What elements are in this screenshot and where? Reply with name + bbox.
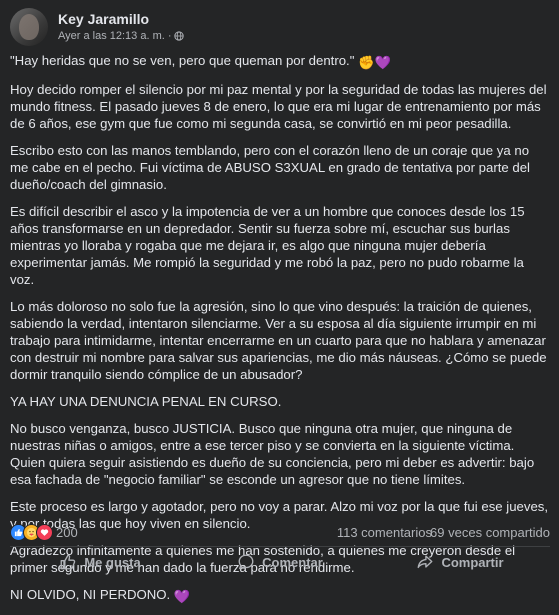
purple-heart-emoji: 💜 (374, 55, 391, 70)
share-button[interactable]: Compartir (370, 548, 550, 576)
comment-label: Comentar (262, 554, 323, 570)
comment-bubble-icon (238, 554, 254, 570)
author-name[interactable]: Key Jaramillo (58, 11, 149, 27)
timestamp[interactable]: Ayer a las 12:13 a. m. (58, 30, 165, 42)
post-paragraph: "Hay heridas que no se ven, pero que que… (10, 53, 391, 70)
avatar[interactable] (10, 8, 48, 46)
share-count[interactable]: 69 veces compartido (430, 525, 550, 540)
meta-separator: · (167, 30, 172, 42)
globe-icon (174, 31, 185, 41)
comment-button[interactable]: Comentar (190, 548, 370, 576)
like-button[interactable]: Me gusta (10, 548, 190, 576)
purple-heart-emoji: 💜 (173, 589, 191, 604)
comment-count[interactable]: 113 comentarios (337, 525, 432, 540)
raised-fist-emoji: ✊ (358, 55, 375, 70)
post-actions: Me gusta Comentar Compartir (10, 548, 550, 576)
post-meta: Ayer a las 12:13 a. m. · (58, 30, 185, 42)
share-arrow-icon (418, 555, 433, 569)
post-paragraph: Es difícil describir el asco y la impote… (10, 204, 525, 287)
post-paragraph: Hoy decido romper el silencio por mi paz… (10, 82, 547, 131)
like-label: Me gusta (84, 554, 141, 570)
post-paragraph: Lo más doloroso no solo fue la agresión,… (10, 299, 547, 382)
post-paragraph: NI OLVIDO, NI PERDONO. 💜 (10, 587, 191, 604)
post-paragraph: No busco venganza, busco JUSTICIA. Busco… (10, 421, 535, 487)
reactions-summary: 200 113 comentarios 69 veces compartido (10, 524, 550, 542)
reaction-icons[interactable] (10, 524, 53, 542)
reaction-count[interactable]: 200 (56, 525, 78, 540)
post-paragraph: Escribo esto con las manos temblando, pe… (10, 143, 530, 192)
love-reaction-icon (36, 524, 53, 541)
divider (10, 546, 550, 547)
post-paragraph: YA HAY UNA DENUNCIA PENAL EN CURSO. (10, 394, 282, 409)
share-label: Compartir (441, 554, 504, 570)
thumbs-up-icon (60, 554, 76, 570)
facebook-post: Key Jaramillo Ayer a las 12:13 a. m. · "… (0, 0, 559, 604)
